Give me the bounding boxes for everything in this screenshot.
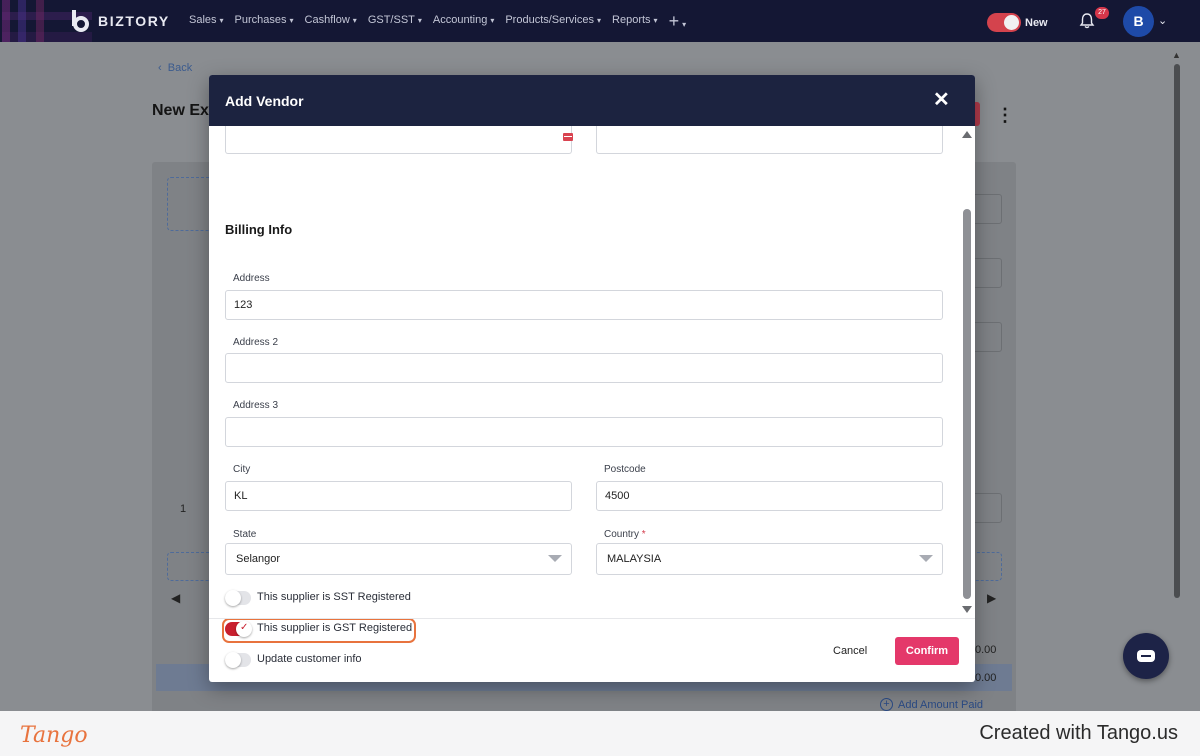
nav-add-menu[interactable]: + ▾	[668, 11, 687, 31]
sst-registered-toggle[interactable]	[225, 590, 251, 606]
sst-registered-label: This supplier is SST Registered	[257, 591, 411, 603]
add-amount-paid-button[interactable]: + Add Amount Paid	[880, 698, 983, 711]
nav-products-services[interactable]: Products/Services ▾	[505, 14, 601, 30]
chevron-left-icon: ‹	[158, 62, 162, 74]
scrollbar-thumb[interactable]	[1174, 64, 1180, 598]
close-icon[interactable]: ✕	[933, 90, 950, 110]
chat-icon	[1137, 650, 1155, 662]
chevron-down-icon: ▾	[682, 20, 687, 29]
dropdown-field[interactable]	[972, 258, 1002, 288]
chevron-down-icon	[548, 555, 562, 562]
address-label: Address	[233, 273, 270, 284]
bell-icon[interactable]	[1078, 12, 1096, 30]
postcode-label: Postcode	[604, 464, 646, 475]
page-scrollbar[interactable]: ▲	[1172, 46, 1182, 706]
new-ui-label: New	[1025, 17, 1048, 29]
nav-cashflow[interactable]: Cashflow ▾	[305, 14, 357, 30]
chevron-down-icon	[919, 555, 933, 562]
subtotal-amount: 0.00	[975, 644, 997, 656]
notification-badge: 27	[1095, 7, 1109, 19]
line-item-number: 1	[180, 503, 187, 515]
plus-icon: +	[668, 11, 680, 31]
nav-sales[interactable]: Sales ▾	[189, 14, 224, 30]
modal-footer: Cancel Confirm	[209, 618, 975, 682]
confirm-button[interactable]: Confirm	[895, 637, 959, 665]
address-input[interactable]: 123	[225, 290, 943, 320]
billing-info-heading: Billing Info	[225, 222, 293, 237]
modal-scrollbar[interactable]	[960, 126, 974, 618]
tango-logo: Tango	[20, 723, 88, 748]
nav-gst-sst[interactable]: GST/SST ▾	[368, 14, 422, 30]
scroll-left-icon[interactable]: ◀	[171, 591, 180, 605]
text-field[interactable]	[596, 126, 943, 154]
chevron-down-icon[interactable]: ⌄	[1158, 14, 1167, 27]
country-label: Country *	[604, 529, 646, 540]
brand-logo[interactable]: BIZTORY	[70, 9, 170, 33]
chevron-down-icon: ▾	[219, 16, 224, 25]
scroll-up-icon[interactable]: ▲	[1172, 50, 1181, 60]
scroll-right-icon[interactable]: ▶	[987, 591, 996, 605]
address3-label: Address 3	[233, 400, 279, 411]
chevron-down-icon: ▾	[352, 16, 357, 25]
new-ui-toggle[interactable]	[987, 13, 1021, 32]
address3-input[interactable]	[225, 417, 943, 447]
top-navbar: BIZTORY Sales ▾ Purchases ▾ Cashflow ▾ GST/…	[0, 0, 1200, 42]
total-amount: 0.00	[975, 672, 997, 684]
avatar[interactable]: B	[1123, 6, 1154, 37]
modal-title: Add Vendor	[225, 93, 304, 109]
chevron-down-icon: ▾	[417, 16, 422, 25]
more-options-icon[interactable]: ⋮	[996, 106, 1014, 124]
nav-accounting[interactable]: Accounting ▾	[433, 14, 494, 30]
city-input[interactable]: KL	[225, 481, 572, 511]
scroll-down-icon[interactable]	[962, 606, 972, 613]
cancel-button[interactable]: Cancel	[833, 645, 867, 657]
state-label: State	[233, 529, 257, 540]
dropdown-field[interactable]	[972, 322, 1002, 352]
plus-circle-icon: +	[880, 698, 893, 711]
flag-icon[interactable]	[563, 133, 573, 141]
nav-purchases[interactable]: Purchases ▾	[235, 14, 294, 30]
date-field[interactable]	[972, 194, 1002, 224]
chevron-down-icon: ▾	[653, 16, 658, 25]
chevron-down-icon: ▾	[490, 16, 495, 25]
brand-name: BIZTORY	[98, 13, 170, 29]
tango-footer: Tango Created with Tango.us	[0, 711, 1200, 756]
chat-button[interactable]	[1123, 633, 1169, 679]
back-link[interactable]: ‹ Back	[158, 62, 192, 74]
biztory-logo-icon	[70, 9, 92, 33]
state-select[interactable]: Selangor	[225, 543, 572, 575]
chevron-down-icon: ▾	[597, 16, 602, 25]
scrollbar-thumb[interactable]	[963, 209, 971, 599]
chevron-down-icon: ▾	[289, 16, 294, 25]
tango-credit: Created with Tango.us	[979, 722, 1178, 744]
phone-field[interactable]	[225, 126, 573, 154]
main-nav: Sales ▾ Purchases ▾ Cashflow ▾ GST/SST ▾ Acc…	[189, 11, 697, 31]
line-item-field[interactable]	[972, 493, 1002, 523]
city-label: City	[233, 464, 251, 475]
country-select[interactable]: MALAYSIA	[596, 543, 943, 575]
required-marker: *	[641, 529, 646, 540]
modal-header: Add Vendor ✕	[209, 75, 975, 126]
scroll-up-icon[interactable]	[962, 131, 972, 138]
add-vendor-modal: Add Vendor ✕ Billing Info Address 123 Ad…	[209, 75, 975, 682]
nav-reports[interactable]: Reports ▾	[612, 14, 658, 30]
address2-label: Address 2	[233, 337, 279, 348]
modal-body: Billing Info Address 123 Address 2 Addre…	[209, 126, 975, 668]
postcode-input[interactable]: 4500	[596, 481, 943, 511]
address2-input[interactable]	[225, 353, 943, 383]
check-icon: ✓	[240, 622, 249, 633]
